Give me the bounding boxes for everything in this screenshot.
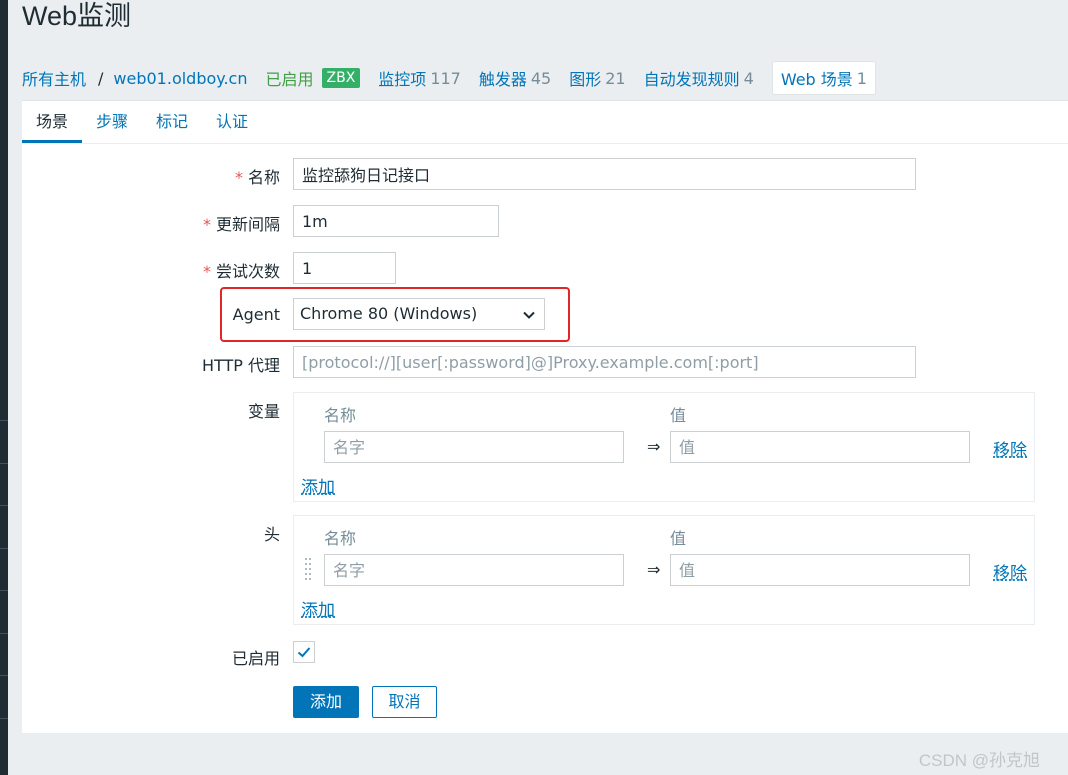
header-value-input[interactable] [670,554,970,586]
header-remove-link[interactable]: 移除 [993,559,1027,584]
host-status[interactable]: 已启用 [265,66,313,90]
breadcrumb-host[interactable]: web01.oldboy.cn [113,69,247,88]
agent-selected-value: Chrome 80 (Windows) [300,304,478,323]
maps-to-arrow: ⇒ [647,560,661,579]
agent-select[interactable]: Chrome 80 (Windows) [293,298,545,330]
agent-label: Agent [232,305,280,324]
interval-label: * 更新间隔 [202,215,280,234]
attempts-field[interactable] [293,252,396,284]
chevron-down-icon [523,311,535,319]
proxy-label: HTTP 代理 [201,356,280,375]
headers-table: 名称 值 ⇒ 移除 添加 [293,515,1035,625]
triggers-count: 45 [530,68,552,88]
attempts-label: * 尝试次数 [202,262,280,281]
variables-label: 变量 [247,402,280,421]
nav-web-scenarios-tab[interactable]: Web 场景 1 [771,61,876,95]
add-button[interactable]: 添加 [293,686,359,718]
required-mark: * [202,262,211,281]
left-sidebar-strip [0,0,8,775]
header-name-input[interactable] [324,554,624,586]
host-navigation: 所有主机 / web01.oldboy.cn 已启用 ZBX 监控项 117 触发器… [22,58,1068,98]
items-count: 117 [430,68,461,88]
nav-web-link[interactable]: Web 场景 [781,66,853,90]
headers-label: 头 [263,525,280,544]
header-add-link[interactable]: 添加 [301,596,335,621]
form-panel: 场景 步骤 标记 认证 *名称 *更新间隔 *尝试次数 Agent Chrome… [22,100,1068,733]
headers-col-name: 名称 [324,529,357,548]
update-interval-field[interactable] [293,205,499,237]
page-title: Web监测 [22,1,132,31]
enabled-checkbox[interactable] [293,641,315,663]
tab-authentication[interactable]: 认证 [202,101,262,142]
discovery-count: 4 [743,68,754,88]
variables-col-name: 名称 [324,406,357,425]
http-proxy-field[interactable] [293,346,916,378]
variables-col-value: 值 [670,406,687,425]
zbx-availability-badge: ZBX [321,68,361,88]
variable-add-link[interactable]: 添加 [301,473,335,498]
breadcrumb-separator: / [98,68,104,88]
variable-remove-link[interactable]: 移除 [993,436,1027,461]
required-mark: * [202,215,211,234]
checkmark-icon [297,647,311,658]
watermark-text: CSDN @孙克旭 [918,751,1040,770]
nav-items-link[interactable]: 监控项 [378,66,426,90]
nav-discovery-link[interactable]: 自动发现规则 [644,66,740,90]
tab-scenario[interactable]: 场景 [22,101,83,143]
web-count: 1 [856,68,867,88]
cancel-button[interactable]: 取消 [372,686,437,718]
nav-graphs-link[interactable]: 图形 [569,66,601,90]
variables-table: 名称 值 ⇒ 移除 添加 [293,392,1035,502]
tab-steps[interactable]: 步骤 [82,101,142,142]
required-mark: * [234,168,243,187]
name-field[interactable] [293,158,916,190]
maps-to-arrow: ⇒ [647,437,661,456]
variable-value-input[interactable] [670,431,970,463]
graphs-count: 21 [605,68,626,88]
breadcrumb-all-hosts[interactable]: 所有主机 [22,66,86,90]
tab-tags[interactable]: 标记 [142,101,202,142]
drag-handle-icon[interactable] [305,558,313,582]
enabled-label: 已启用 [231,649,280,668]
form-tabs: 场景 步骤 标记 认证 [22,101,1068,144]
headers-col-value: 值 [670,529,687,548]
variable-name-input[interactable] [324,431,624,463]
nav-triggers-link[interactable]: 触发器 [479,66,527,90]
name-label: * 名称 [234,168,280,187]
